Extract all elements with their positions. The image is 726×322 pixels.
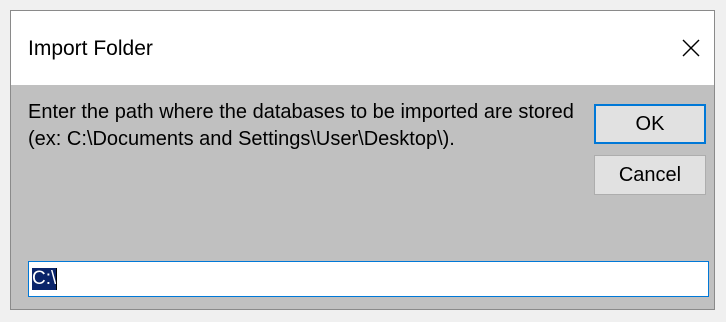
- title-bar: Import Folder: [11, 11, 714, 85]
- import-folder-dialog: Import Folder Enter the path where the d…: [10, 10, 715, 310]
- path-input-value: C:\: [32, 268, 57, 290]
- cancel-button[interactable]: Cancel: [594, 155, 706, 195]
- ok-button[interactable]: OK: [594, 104, 706, 144]
- window-title: Import Folder: [28, 37, 153, 60]
- text-caret: [56, 268, 58, 290]
- close-icon: [682, 39, 700, 57]
- path-input[interactable]: C:\: [28, 261, 709, 297]
- close-button[interactable]: [668, 11, 714, 85]
- instruction-text: Enter the path where the databases to be…: [28, 101, 574, 150]
